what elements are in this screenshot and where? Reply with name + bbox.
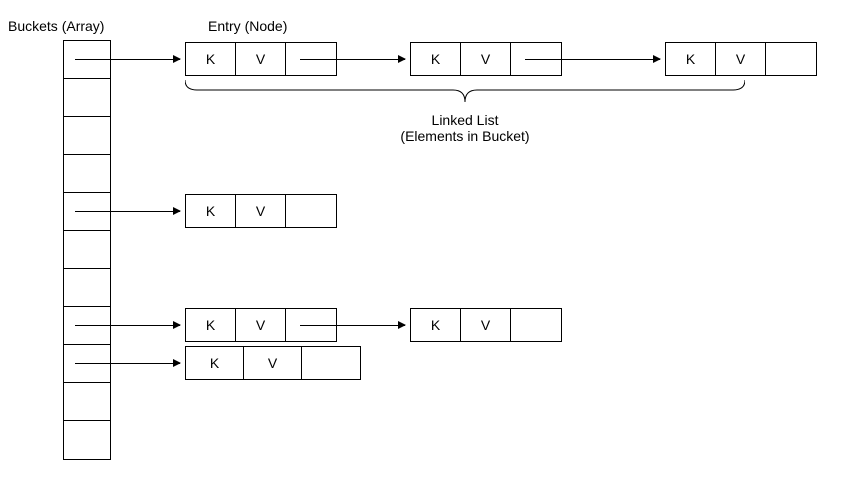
arrow bbox=[75, 363, 180, 364]
entry-value-cell: V bbox=[461, 43, 511, 75]
entry-value-cell: V bbox=[236, 195, 286, 227]
bucket-array bbox=[63, 40, 111, 460]
entry-node: K V bbox=[410, 308, 562, 342]
bucket-cell bbox=[64, 79, 110, 117]
bucket-cell bbox=[64, 41, 110, 79]
buckets-array-label: Buckets (Array) bbox=[8, 18, 104, 34]
arrow bbox=[75, 211, 180, 212]
arrow bbox=[75, 325, 180, 326]
bucket-cell bbox=[64, 269, 110, 307]
bucket-cell bbox=[64, 117, 110, 155]
linked-list-line2: (Elements in Bucket) bbox=[355, 128, 575, 144]
entry-value-cell: V bbox=[461, 309, 511, 341]
entry-value-cell: V bbox=[716, 43, 766, 75]
entry-node: K V bbox=[185, 194, 337, 228]
entry-key-cell: K bbox=[186, 195, 236, 227]
entry-next-cell bbox=[302, 347, 360, 379]
entry-key-cell: K bbox=[186, 43, 236, 75]
linked-list-caption: Linked List (Elements in Bucket) bbox=[355, 112, 575, 144]
entry-value-cell: V bbox=[236, 43, 286, 75]
entry-node: K V bbox=[185, 346, 361, 380]
bucket-cell bbox=[64, 421, 110, 459]
arrow bbox=[75, 59, 180, 60]
arrow bbox=[300, 59, 405, 60]
entry-key-cell: K bbox=[411, 309, 461, 341]
entry-key-cell: K bbox=[666, 43, 716, 75]
bucket-cell bbox=[64, 345, 110, 383]
entry-key-cell: K bbox=[411, 43, 461, 75]
entry-value-cell: V bbox=[236, 309, 286, 341]
bucket-cell bbox=[64, 383, 110, 421]
entry-next-cell bbox=[766, 43, 816, 75]
entry-value-cell: V bbox=[244, 347, 302, 379]
bucket-cell bbox=[64, 231, 110, 269]
entry-key-cell: K bbox=[186, 309, 236, 341]
bucket-cell bbox=[64, 193, 110, 231]
bucket-cell bbox=[64, 307, 110, 345]
entry-key-cell: K bbox=[186, 347, 244, 379]
entry-next-cell bbox=[511, 309, 561, 341]
bucket-cell bbox=[64, 155, 110, 193]
entry-node-label: Entry (Node) bbox=[208, 18, 287, 34]
entry-node: K V bbox=[665, 42, 817, 76]
brace-icon bbox=[185, 80, 745, 105]
arrow bbox=[300, 325, 405, 326]
entry-next-cell bbox=[286, 195, 336, 227]
linked-list-line1: Linked List bbox=[355, 112, 575, 128]
arrow bbox=[525, 59, 660, 60]
